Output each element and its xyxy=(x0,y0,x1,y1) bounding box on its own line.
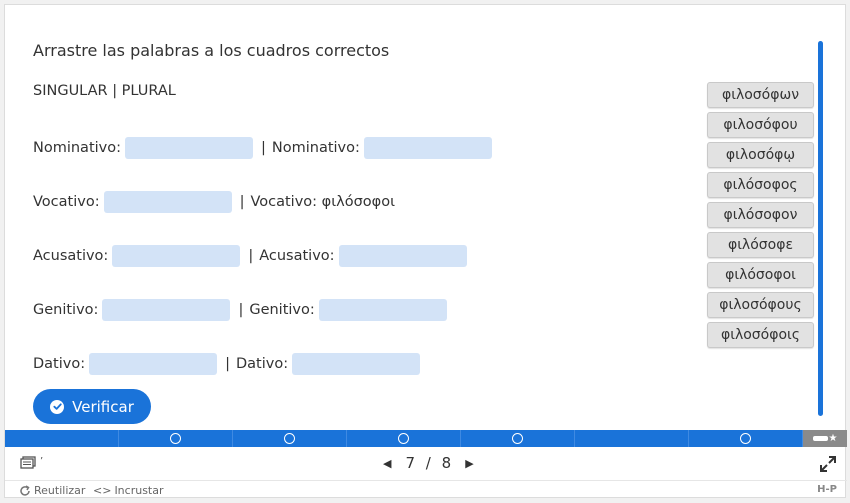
embed-icon: <> xyxy=(93,484,112,497)
current-page: 7 xyxy=(405,454,416,472)
progress-slide-3[interactable] xyxy=(233,430,347,447)
embed-button[interactable]: <> Incrustar xyxy=(93,484,164,497)
check-icon xyxy=(50,399,65,414)
drop-zone-singular-vocativo[interactable] xyxy=(103,191,232,213)
reuse-icon xyxy=(20,484,30,496)
separator: | xyxy=(248,248,254,264)
progress-slide-7[interactable] xyxy=(689,430,803,447)
task-circle-icon xyxy=(740,433,751,444)
navigation-footer: ’ ◀ 7 / 8 ▶ xyxy=(5,447,847,479)
plural-label: Vocativo: φιλόσοφοι xyxy=(250,194,395,210)
drop-zone-plural-genitivo[interactable] xyxy=(318,299,447,321)
plural-label: Genitivo: xyxy=(249,302,315,318)
word-bank: φιλοσόφων φιλοσόφου φιλοσόφῳ φιλόσοφος φ… xyxy=(707,82,815,352)
drop-zone-plural-acusativo[interactable] xyxy=(338,245,467,267)
progress-slide-4[interactable] xyxy=(347,430,461,447)
progress-summary[interactable]: ★ xyxy=(803,430,847,447)
draggable-word[interactable]: φιλοσόφου xyxy=(707,112,814,138)
reuse-label: Reutilizar xyxy=(34,484,86,497)
task-circle-icon xyxy=(512,433,523,444)
singular-label: Nominativo: xyxy=(33,140,121,156)
page-divider: / xyxy=(425,454,431,472)
summary-bar-icon xyxy=(812,436,828,441)
fullscreen-icon xyxy=(820,456,836,472)
task-circle-icon xyxy=(398,433,409,444)
prev-slide-icon[interactable]: ◀ xyxy=(383,457,391,470)
progress-slide-2[interactable] xyxy=(119,430,233,447)
separator: | xyxy=(261,140,266,156)
progress-slide-1[interactable] xyxy=(5,430,119,447)
row-acusativo: Acusativo: | Acusativo: xyxy=(33,244,471,268)
separator: | xyxy=(239,194,245,210)
draggable-word[interactable]: φιλοσόφῳ xyxy=(707,142,814,168)
drop-zone-singular-dativo[interactable] xyxy=(89,353,218,375)
progress-slide-5[interactable] xyxy=(461,430,575,447)
drop-zone-plural-dativo[interactable] xyxy=(292,353,421,375)
plural-label: Dativo: xyxy=(236,356,289,372)
draggable-word[interactable]: φιλόσοφος xyxy=(707,172,814,198)
page-indicator: 7 / 8 xyxy=(405,454,451,472)
plural-label: Acusativo: xyxy=(259,248,335,264)
drop-zone-singular-nominativo[interactable] xyxy=(125,137,253,159)
draggable-word[interactable]: φιλόσοφε xyxy=(707,232,814,258)
h5p-actions-bar: Reutilizar <> Incrustar H-P xyxy=(5,480,847,499)
progress-slide-6[interactable] xyxy=(575,430,689,447)
row-genitivo: Genitivo: | Genitivo: xyxy=(33,298,451,322)
embed-label: Incrustar xyxy=(114,484,164,497)
task-description: Arrastre las palabras a los cuadros corr… xyxy=(33,41,390,60)
task-circle-icon xyxy=(170,433,181,444)
h5p-logo[interactable]: H-P xyxy=(817,484,837,495)
fullscreen-button[interactable] xyxy=(819,455,837,477)
keywords-menu-button[interactable]: ’ xyxy=(20,456,43,470)
total-pages: 8 xyxy=(441,454,452,472)
singular-label: Genitivo: xyxy=(33,302,99,318)
drag-text-content: Arrastre las palabras a los cuadros corr… xyxy=(5,5,847,430)
row-nominativo: Nominativo: | Nominativo: xyxy=(33,136,496,160)
draggable-word[interactable]: φιλοσόφων xyxy=(707,82,814,108)
row-vocativo: Vocativo: | Vocativo: φιλόσοφοι xyxy=(33,190,395,214)
scrollbar[interactable] xyxy=(818,41,823,416)
plural-label: Nominativo: xyxy=(271,140,360,156)
drop-zone-singular-genitivo[interactable] xyxy=(102,299,231,321)
progress-bar: ★ xyxy=(5,430,847,447)
menu-caret-icon: ’ xyxy=(40,456,44,467)
row-dativo: Dativo: | Dativo: xyxy=(33,352,424,376)
separator: | xyxy=(225,356,230,372)
draggable-word[interactable]: φιλοσόφους xyxy=(707,292,814,318)
header-row: SINGULAR | PLURAL xyxy=(33,83,176,99)
singular-label: Dativo: xyxy=(33,356,86,372)
separator: | xyxy=(238,302,244,318)
draggable-word[interactable]: φιλόσοφοι xyxy=(707,262,814,288)
h5p-frame: Arrastre las palabras a los cuadros corr… xyxy=(4,4,847,499)
singular-label: Acusativo: xyxy=(33,248,109,264)
verify-button[interactable]: Verificar xyxy=(33,389,151,424)
pager: ◀ 7 / 8 ▶ xyxy=(383,454,474,472)
task-circle-icon xyxy=(284,433,295,444)
singular-label: Vocativo: xyxy=(33,194,100,210)
reuse-button[interactable]: Reutilizar xyxy=(19,484,85,497)
slides-list-icon xyxy=(20,456,36,469)
draggable-word[interactable]: φιλόσοφον xyxy=(707,202,814,228)
verify-label: Verificar xyxy=(72,397,134,416)
next-slide-icon[interactable]: ▶ xyxy=(465,457,473,470)
star-icon: ★ xyxy=(828,433,838,444)
drop-zone-singular-acusativo[interactable] xyxy=(112,245,241,267)
draggable-word[interactable]: φιλοσόφοις xyxy=(707,322,814,348)
drop-zone-plural-nominativo[interactable] xyxy=(363,137,492,159)
